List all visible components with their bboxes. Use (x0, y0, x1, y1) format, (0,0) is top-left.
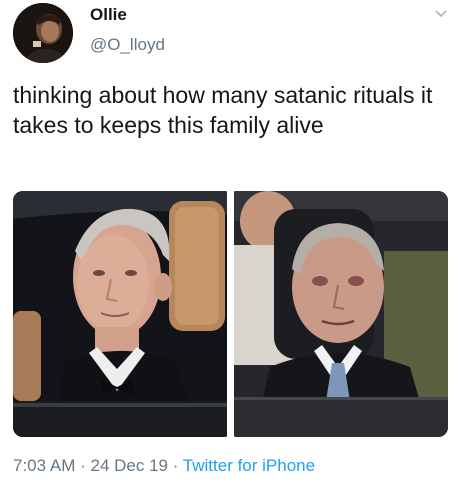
meta-separator: · (75, 456, 91, 475)
avatar[interactable] (13, 3, 73, 63)
photo-man-in-car-left (13, 191, 227, 437)
tweet-source-link[interactable]: Twitter for iPhone (183, 456, 315, 475)
photo-man-in-car-right (234, 191, 448, 437)
tweet-date[interactable]: 24 Dec 19 (90, 456, 168, 475)
media-photo-right[interactable] (234, 191, 448, 437)
meta-separator: · (167, 456, 183, 475)
tweet-meta: 7:03 AM · 24 Dec 19 · Twitter for iPhone (13, 456, 315, 476)
avatar-image (13, 3, 73, 63)
media-photo-left[interactable] (13, 191, 227, 437)
tweet-time[interactable]: 7:03 AM (13, 456, 75, 475)
author-display-name[interactable]: Ollie (90, 5, 127, 25)
author-handle[interactable]: @O_lloyd (90, 35, 165, 55)
chevron-down-icon[interactable] (434, 8, 448, 20)
tweet-text: thinking about how many satanic rituals … (13, 82, 433, 138)
